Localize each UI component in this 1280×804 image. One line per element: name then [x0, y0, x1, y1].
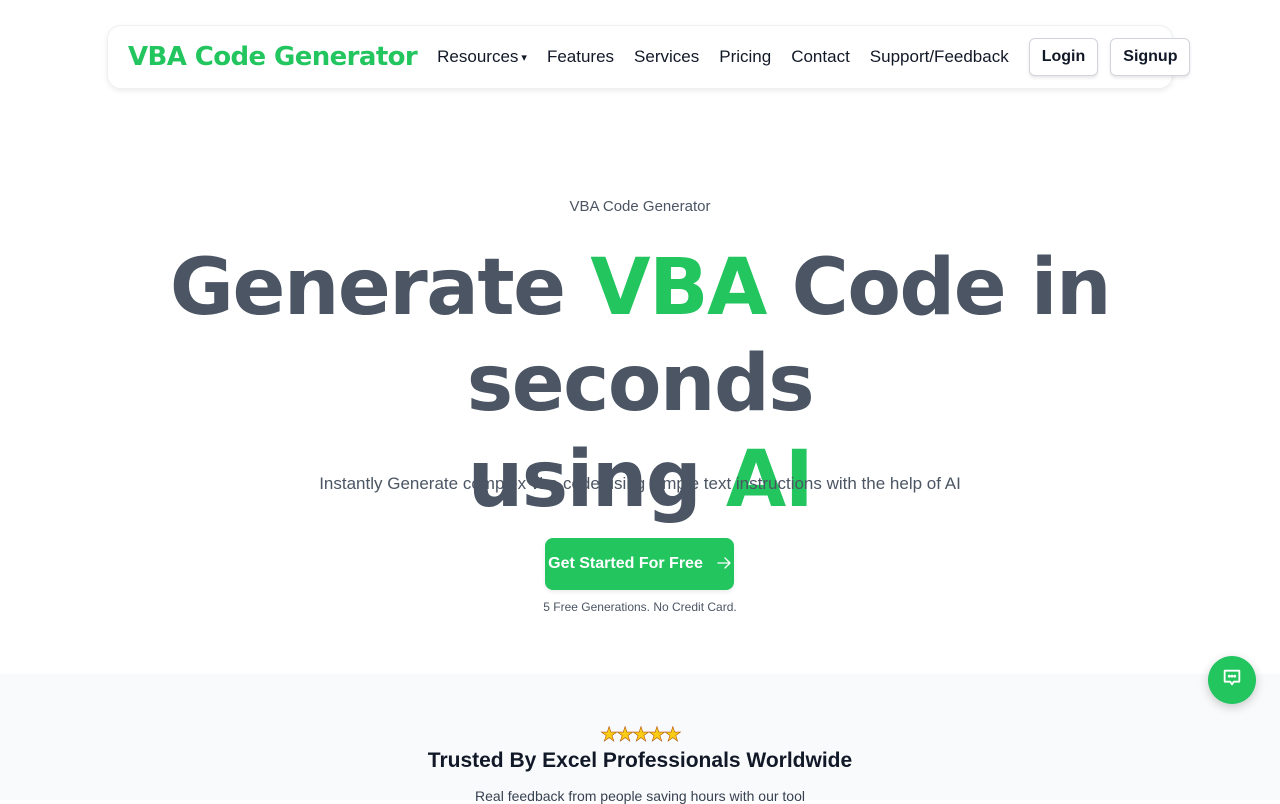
chat-bubble-icon [1221, 667, 1243, 693]
arrow-right-icon [717, 556, 731, 573]
nav-link-support-feedback[interactable]: Support/Feedback [870, 47, 1009, 67]
headline-highlight-vba: VBA [590, 243, 767, 333]
headline-part1: Generate [169, 243, 591, 333]
nav-link-resources-label: Resources [437, 47, 519, 66]
chevron-down-icon: ▾ [521, 51, 527, 64]
get-started-label: Get Started For Free [548, 555, 703, 572]
trust-title: Trusted By Excel Professionals Worldwide [427, 749, 853, 772]
chat-widget-button[interactable] [1208, 656, 1256, 704]
trust-section: ★★★★★ Trusted By Excel Professionals Wor… [0, 674, 1280, 804]
star-icons: ★★★★★ [600, 722, 682, 746]
nav-link-contact[interactable]: Contact [791, 47, 850, 67]
login-button[interactable]: Login [1028, 38, 1099, 76]
nav-link-resources[interactable]: Resources ▾ [437, 47, 527, 67]
signup-button[interactable]: Signup [1110, 38, 1191, 76]
auth-buttons: Login Signup [1028, 38, 1191, 76]
rating-stars: ★★★★★ [0, 722, 1280, 746]
get-started-button[interactable]: Get Started For Free [545, 538, 734, 590]
cta-note: 5 Free Generations. No Credit Card. [543, 600, 737, 614]
nav-link-pricing[interactable]: Pricing [719, 47, 771, 67]
nav-link-services[interactable]: Services [634, 47, 699, 67]
hero-subhead: Instantly Generate complex vba code usin… [319, 474, 961, 493]
hero-eyebrow: VBA Code Generator [569, 198, 711, 215]
top-navbar: VBA Code Generator Resources ▾ Features … [107, 25, 1191, 89]
nav-link-features[interactable]: Features [547, 47, 614, 67]
brand-logo[interactable]: VBA Code Generator [128, 42, 418, 72]
nav-links: Resources ▾ Features Services Pricing Co… [437, 47, 1029, 67]
trust-subtitle: Real feedback from people saving hours w… [475, 788, 805, 804]
